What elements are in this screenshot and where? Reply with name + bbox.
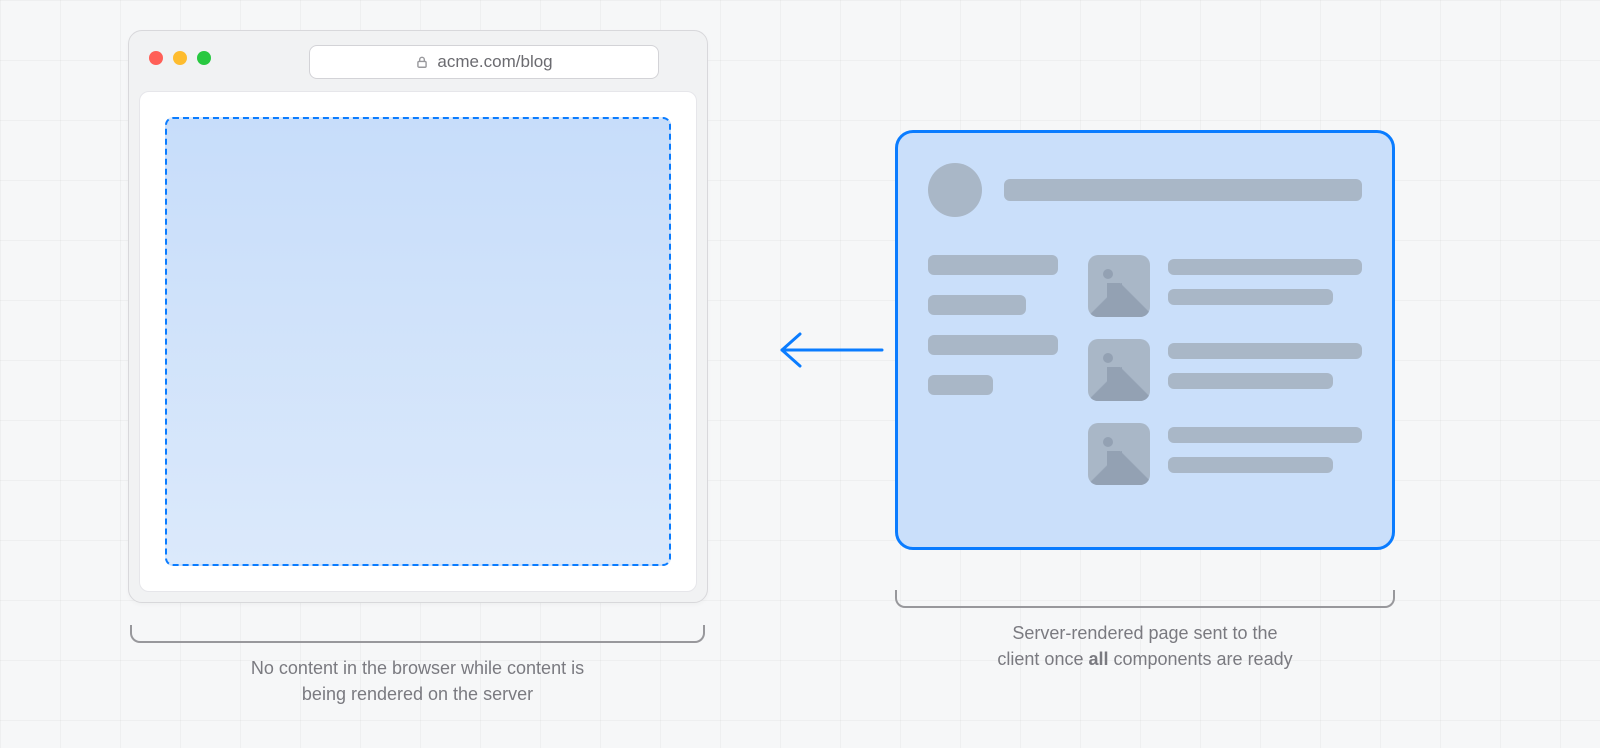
caption-bracket-right [895, 590, 1395, 608]
skeleton-side-line [928, 335, 1058, 355]
skeleton-title [1004, 179, 1362, 201]
caption-text: being rendered on the server [302, 684, 533, 704]
arrow-left-icon [770, 320, 890, 380]
skeleton-list-item [1088, 255, 1362, 317]
skeleton-line [1168, 259, 1362, 275]
image-icon [1088, 255, 1150, 317]
skeleton-avatar [928, 163, 982, 217]
browser-window: acme.com/blog [128, 30, 708, 603]
skeleton-lines [1168, 255, 1362, 305]
lock-icon [415, 55, 429, 69]
skeleton-line [1168, 373, 1333, 389]
caption-right: Server-rendered page sent to the client … [895, 620, 1395, 672]
caption-bold: all [1088, 649, 1108, 669]
skeleton-body [928, 255, 1362, 485]
skeleton-side-line [928, 295, 1026, 315]
browser-viewport [139, 91, 697, 592]
window-traffic-lights [149, 51, 211, 65]
caption-left: No content in the browser while content … [130, 655, 705, 707]
skeleton-list-item [1088, 423, 1362, 485]
skeleton-list [1088, 255, 1362, 485]
skeleton-line [1168, 427, 1362, 443]
skeleton-header [928, 163, 1362, 217]
skeleton-sidebar [928, 255, 1058, 485]
caption-text: Server-rendered page sent to the [1012, 623, 1277, 643]
url-bar: acme.com/blog [309, 45, 659, 79]
skeleton-line [1168, 289, 1333, 305]
caption-text: client once [997, 649, 1088, 669]
close-dot-icon [149, 51, 163, 65]
server-rendered-card [895, 130, 1395, 550]
image-icon [1088, 339, 1150, 401]
image-icon [1088, 423, 1150, 485]
maximize-dot-icon [197, 51, 211, 65]
caption-text: No content in the browser while content … [251, 658, 584, 678]
caption-bracket-left [130, 625, 705, 643]
url-text: acme.com/blog [437, 52, 552, 72]
skeleton-line [1168, 343, 1362, 359]
skeleton-list-item [1088, 339, 1362, 401]
caption-text: components are ready [1108, 649, 1292, 669]
minimize-dot-icon [173, 51, 187, 65]
empty-content-placeholder [165, 117, 671, 566]
skeleton-line [1168, 457, 1333, 473]
skeleton-side-line [928, 375, 993, 395]
skeleton-lines [1168, 339, 1362, 389]
skeleton-lines [1168, 423, 1362, 473]
skeleton-side-line [928, 255, 1058, 275]
